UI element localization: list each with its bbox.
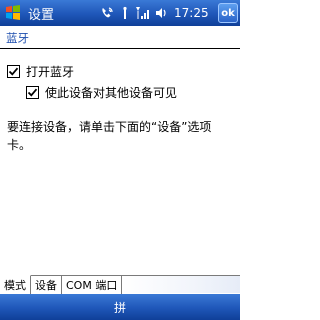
enable-bluetooth-option[interactable]: 打开蓝牙	[7, 63, 74, 80]
windows-start-icon	[6, 5, 20, 20]
windows-start-button[interactable]	[0, 0, 26, 26]
discoverable-checkbox[interactable]	[26, 86, 39, 99]
enable-bluetooth-label[interactable]: 打开蓝牙	[26, 63, 74, 80]
signal-status[interactable]	[134, 0, 152, 26]
menu-bar: 拼	[0, 294, 240, 320]
title-bar: 设置 17:25 ok	[0, 0, 240, 26]
section-divider	[0, 48, 240, 49]
tab-strip-filler	[122, 275, 240, 293]
discoverable-label[interactable]: 使此设备对其他设备可见	[45, 84, 177, 101]
tab-com-ports[interactable]: COM 端口	[62, 276, 123, 294]
discoverable-option[interactable]: 使此设备对其他设备可见	[26, 84, 177, 101]
antenna-icon	[123, 6, 127, 19]
checkmark-icon	[8, 67, 19, 76]
signal-strength-icon	[136, 7, 149, 19]
input-method-button[interactable]: 拼	[114, 299, 126, 316]
checkmark-icon	[27, 88, 38, 97]
window-title: 设置	[28, 7, 55, 23]
tab-devices[interactable]: 设备	[31, 276, 62, 294]
tab-strip: 模式 设备 COM 端口	[0, 275, 240, 294]
phone-status[interactable]	[98, 0, 116, 26]
volume-status[interactable]	[152, 0, 170, 26]
phone-signal-icon	[102, 7, 113, 18]
connectivity-status[interactable]	[116, 0, 134, 26]
section-title-bluetooth: 蓝牙	[6, 31, 29, 45]
devices-hint-text: 要连接设备，请单击下面的“设备”选项卡。	[7, 120, 212, 152]
clock[interactable]: 17:25	[174, 6, 209, 20]
volume-icon	[156, 8, 166, 18]
ok-button[interactable]: ok	[218, 3, 238, 23]
enable-bluetooth-checkbox[interactable]	[7, 65, 20, 78]
tab-mode[interactable]: 模式	[0, 275, 31, 294]
